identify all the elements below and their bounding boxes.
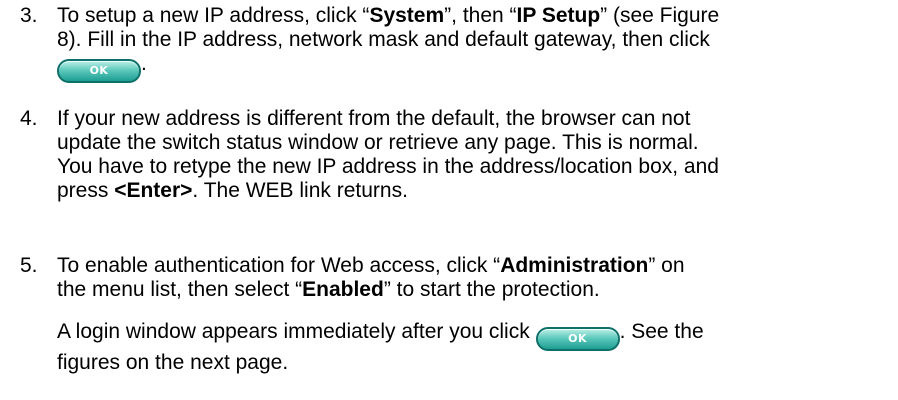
text-run: ”, then “ [444,4,517,27]
document-page: 3. To setup a new IP address, click “Sys… [0,0,898,400]
step-line: 8). Fill in the IP address, network mask… [57,28,710,51]
step-line: To setup a new IP address, click “System… [57,4,892,28]
step-number: 4. [20,107,38,130]
text-run: A login window appears immediately after… [57,320,536,343]
bold-administration: Administration [500,254,649,277]
text-run: press [57,179,115,202]
text-run: . See the [619,320,704,343]
step-number: 5. [20,254,38,277]
bold-enabled: Enabled [302,278,384,301]
note-line: A login window appears immediately after… [57,320,892,351]
step-text: To setup a new IP address, click “System… [57,4,892,83]
step-line: OK. [57,52,892,83]
step-5-note: A login window appears immediately after… [57,320,892,375]
text-run: . [141,52,147,75]
text-run: ” on [648,254,685,277]
text-run: . The WEB link returns. [192,179,408,202]
step-line: update the switch status window or retri… [57,131,699,154]
text-run: ” to start the protection. [383,278,600,301]
bold-system: System [369,4,445,27]
bold-ip-setup: IP Setup [516,4,601,27]
bold-enter: <Enter> [114,179,193,202]
step-text: If your new address is different from th… [57,107,892,203]
step-line: the menu list, then select “Enabled” to … [57,278,892,302]
text-run: To enable authentication for Web access,… [57,254,501,277]
step-line: To enable authentication for Web access,… [57,254,892,278]
step-text: To enable authentication for Web access,… [57,254,892,302]
ok-button: OK [57,59,141,83]
step-line: You have to retype the new IP address in… [57,155,719,178]
step-line: press <Enter>. The WEB link returns. [57,179,892,203]
text-run: To setup a new IP address, click “ [57,4,370,27]
step-number: 3. [20,4,38,27]
step-line: If your new address is different from th… [57,107,691,130]
ok-button: OK [535,327,620,351]
note-line: figures on the next page. [57,351,289,374]
text-run: ” (see Figure [600,4,720,27]
text-run: the menu list, then select “ [57,278,303,301]
